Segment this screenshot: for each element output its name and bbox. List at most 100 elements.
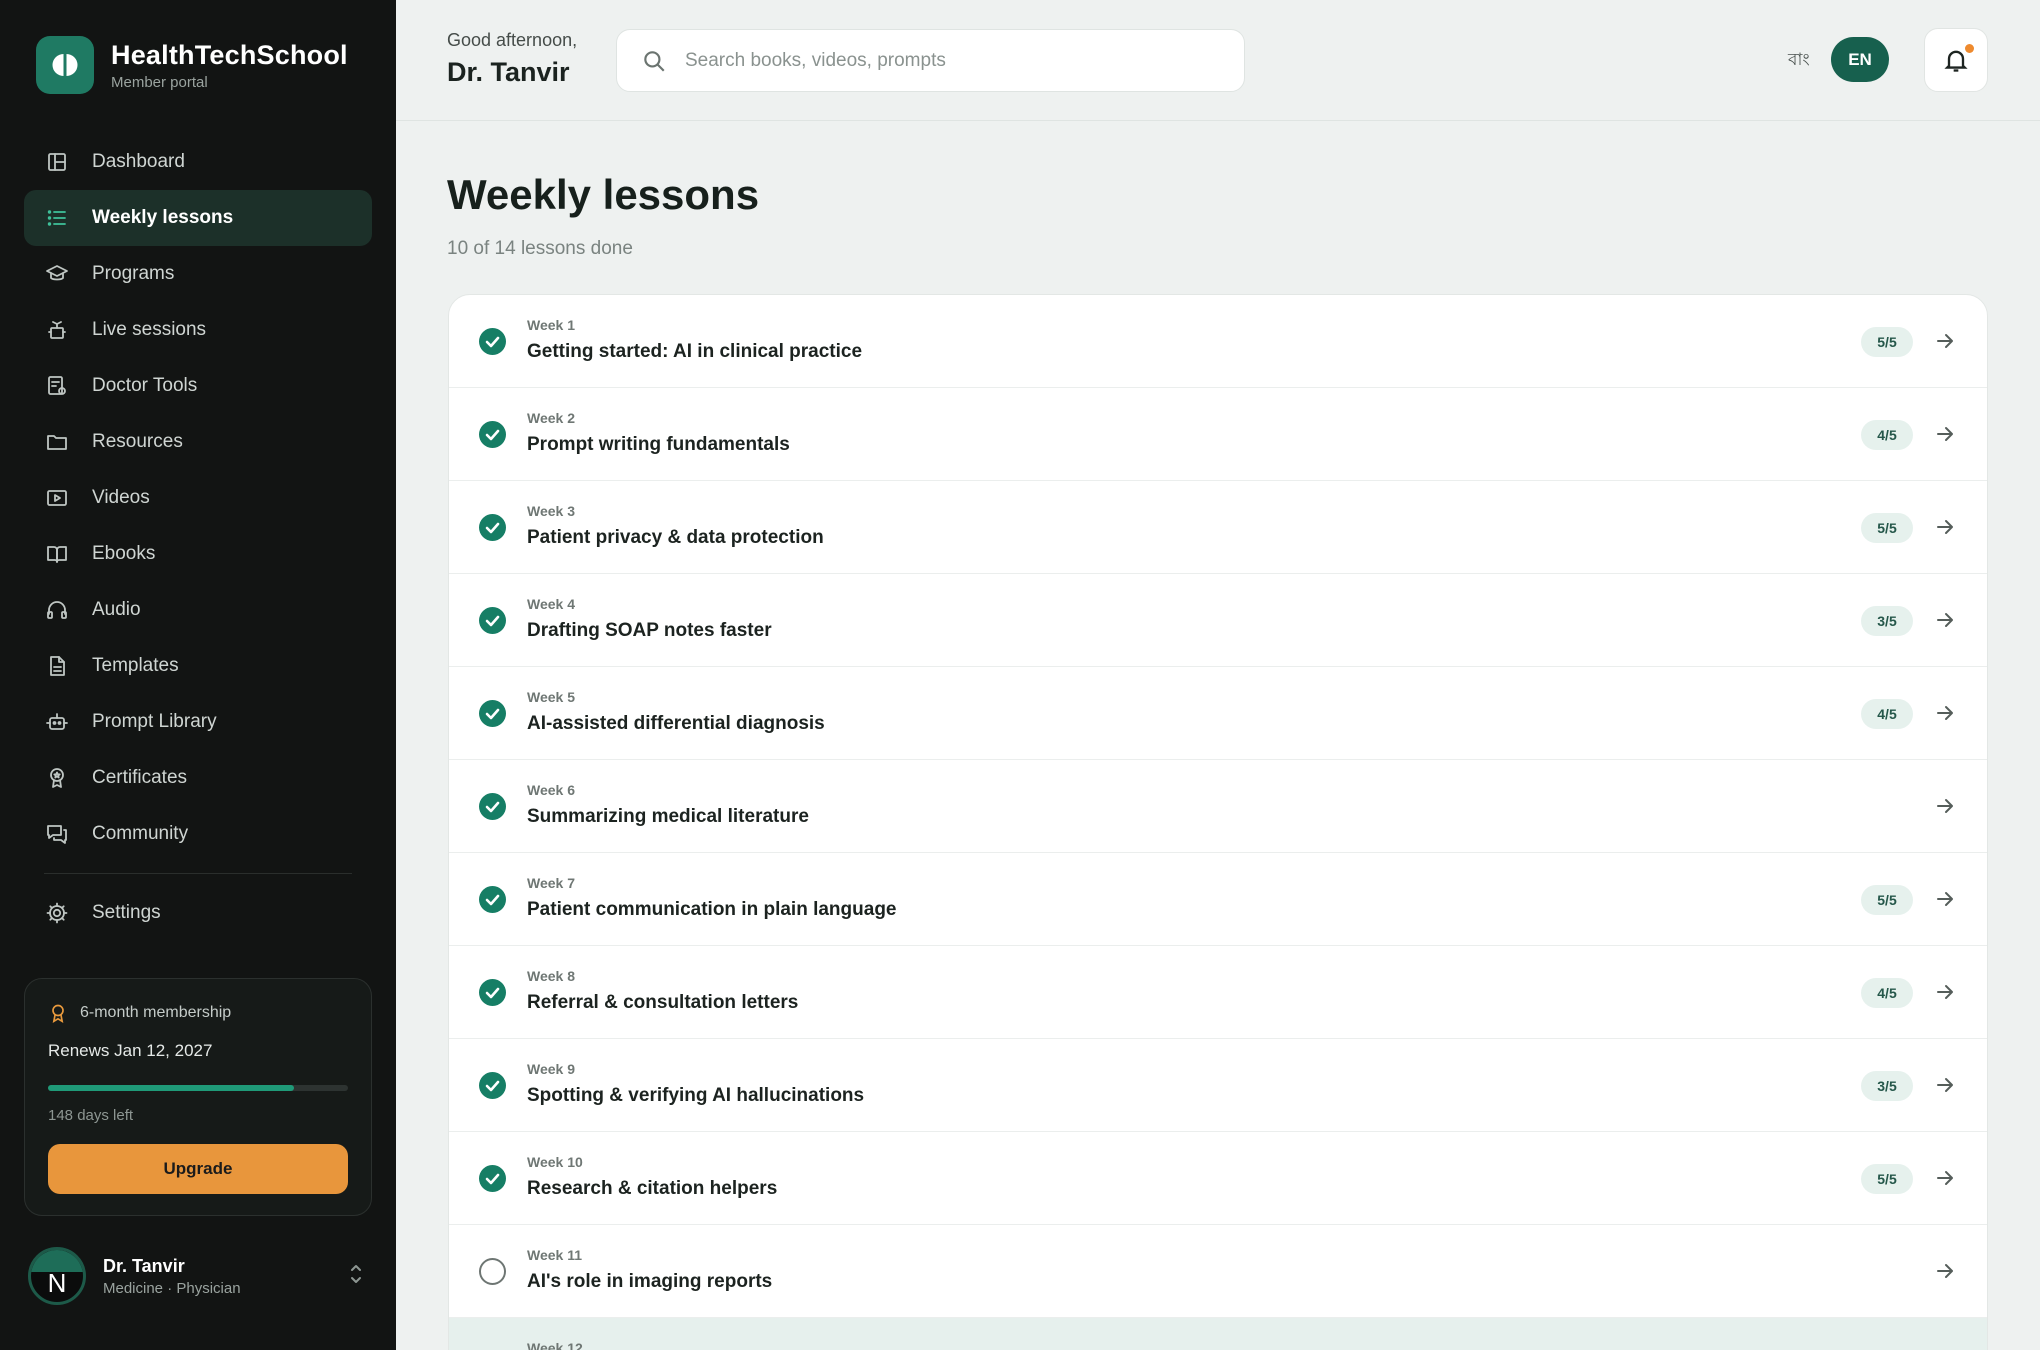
lesson-week: Week 3 bbox=[527, 503, 575, 519]
score-badge: 4/5 bbox=[1861, 978, 1913, 1008]
arrow-right-icon[interactable] bbox=[1933, 1073, 1957, 1097]
membership-renews: Renews Jan 12, 2027 bbox=[48, 1041, 213, 1060]
sidebar-item-videos[interactable]: Videos bbox=[24, 470, 372, 526]
check-circle-icon bbox=[479, 793, 506, 820]
avatar: N bbox=[28, 1247, 86, 1305]
search-input[interactable] bbox=[685, 49, 1225, 72]
lesson-row[interactable]: Week 4 Drafting SOAP notes faster 3/5 bbox=[449, 574, 1987, 667]
gear-icon bbox=[44, 900, 70, 926]
upgrade-button[interactable]: Upgrade bbox=[48, 1144, 348, 1194]
arrow-right-icon[interactable] bbox=[1933, 794, 1957, 818]
lesson-week: Week 4 bbox=[527, 596, 575, 612]
language-english[interactable]: EN bbox=[1831, 37, 1889, 82]
list-icon bbox=[44, 205, 70, 231]
lesson-row[interactable]: Week 6 Summarizing medical literature bbox=[449, 760, 1987, 853]
sidebar-item-ebooks[interactable]: Ebooks bbox=[24, 526, 372, 582]
arrow-right-icon[interactable] bbox=[1933, 980, 1957, 1004]
notification-dot bbox=[1965, 44, 1974, 53]
arrow-right-icon[interactable] bbox=[1933, 422, 1957, 446]
arrow-right-icon[interactable] bbox=[1933, 1259, 1957, 1283]
membership-plan: 6-month membership bbox=[80, 1004, 232, 1021]
greeting-name: Dr. Tanvir bbox=[447, 57, 570, 87]
score-badge: 4/5 bbox=[1861, 420, 1913, 450]
sidebar-item-label: Programs bbox=[92, 263, 175, 284]
top-header: Good afternoon, Dr. Tanvir বাং EN bbox=[396, 0, 2040, 121]
language-bangla[interactable]: বাং bbox=[1788, 47, 1810, 75]
lesson-week: Week 9 bbox=[527, 1061, 575, 1077]
brand-logo-icon bbox=[36, 36, 94, 94]
arrow-right-icon[interactable] bbox=[1933, 608, 1957, 632]
score-badge: 5/5 bbox=[1861, 327, 1913, 357]
lesson-title: AI-assisted differential diagnosis bbox=[527, 713, 825, 734]
dashboard-icon bbox=[44, 149, 70, 175]
sidebar-item-label: Weekly lessons bbox=[92, 207, 234, 228]
sidebar-item-live-sessions[interactable]: Live sessions bbox=[24, 302, 372, 358]
lesson-row[interactable]: Week 3 Patient privacy & data protection 5… bbox=[449, 481, 1987, 574]
check-circle-icon bbox=[479, 607, 506, 634]
lesson-row[interactable]: Week 7 Patient communication in plain lan… bbox=[449, 853, 1987, 946]
score-badge: 3/5 bbox=[1861, 1071, 1913, 1101]
sidebar-item-doctor-tools[interactable]: Doctor Tools bbox=[24, 358, 372, 414]
lessons-list: Week 1 Getting started: AI in clinical pr… bbox=[448, 294, 1988, 1350]
sidebar-item-programs[interactable]: Programs bbox=[24, 246, 372, 302]
check-circle-icon bbox=[479, 886, 506, 913]
sidebar-item-label: Prompt Library bbox=[92, 711, 217, 732]
sidebar-item-certificates[interactable]: Certificates bbox=[24, 750, 372, 806]
lesson-week: Week 8 bbox=[527, 968, 575, 984]
chevron-updown-icon[interactable] bbox=[348, 1261, 364, 1289]
lesson-row[interactable]: Week 5 AI-assisted differential diagnosis… bbox=[449, 667, 1987, 760]
score-badge: 5/5 bbox=[1861, 885, 1913, 915]
arrow-right-icon[interactable] bbox=[1933, 887, 1957, 911]
lesson-title: Referral & consultation letters bbox=[527, 992, 799, 1013]
sidebar-item-audio[interactable]: Audio bbox=[24, 582, 372, 638]
sidebar-item-prompt-library[interactable]: Prompt Library bbox=[24, 694, 372, 750]
arrow-right-icon[interactable] bbox=[1933, 515, 1957, 539]
page-title: Weekly lessons bbox=[447, 171, 760, 218]
sidebar-divider bbox=[44, 873, 352, 874]
sidebar-item-dashboard[interactable]: Dashboard bbox=[24, 134, 372, 190]
sidebar-item-label: Certificates bbox=[92, 767, 188, 788]
sidebar-item-weekly-lessons[interactable]: Weekly lessons bbox=[24, 190, 372, 246]
sidebar-item-community[interactable]: Community bbox=[24, 806, 372, 862]
brand-name: HealthTechSchool bbox=[111, 39, 348, 70]
sidebar-item-resources[interactable]: Resources bbox=[24, 414, 372, 470]
sidebar-item-label: Ebooks bbox=[92, 543, 156, 564]
check-circle-icon bbox=[479, 700, 506, 727]
search-box[interactable] bbox=[616, 29, 1245, 92]
check-circle-icon bbox=[479, 979, 506, 1006]
graduation-cap-icon bbox=[44, 261, 70, 287]
sidebar-item-label: Templates bbox=[92, 655, 179, 676]
arrow-right-icon[interactable] bbox=[1933, 329, 1957, 353]
lesson-week: Week 12 bbox=[527, 1340, 583, 1350]
lesson-row[interactable]: Week 2 Prompt writing fundamentals 4/5 bbox=[449, 388, 1987, 481]
brand[interactable]: HealthTechSchool Member portal bbox=[36, 36, 348, 94]
arrow-right-icon[interactable] bbox=[1933, 1166, 1957, 1190]
notifications-button[interactable] bbox=[1924, 28, 1988, 92]
greeting: Good afternoon, bbox=[447, 30, 578, 50]
lesson-week: Week 11 bbox=[527, 1247, 583, 1263]
tools-icon bbox=[44, 373, 70, 399]
sidebar-item-settings[interactable]: Settings bbox=[24, 885, 372, 941]
check-circle-icon bbox=[479, 514, 506, 541]
chat-icon bbox=[44, 821, 70, 847]
score-badge: 5/5 bbox=[1861, 513, 1913, 543]
lesson-row[interactable]: Week 12 bbox=[449, 1318, 1987, 1350]
sidebar-nav: Dashboard Weekly lessons Programs Live sess… bbox=[24, 134, 372, 941]
score-badge: 5/5 bbox=[1861, 1164, 1913, 1194]
lesson-row[interactable]: Week 10 Research & citation helpers 5/5 bbox=[449, 1132, 1987, 1225]
award-icon bbox=[52, 1004, 64, 1023]
user-profile[interactable]: N Dr. Tanvir Medicine · Physician bbox=[28, 1247, 364, 1305]
lesson-row[interactable]: Week 1 Getting started: AI in clinical pr… bbox=[449, 295, 1987, 388]
lesson-row[interactable]: Week 8 Referral & consultation letters 4/5 bbox=[449, 946, 1987, 1039]
user-role: Medicine · Physician bbox=[103, 1279, 241, 1297]
check-circle-icon bbox=[479, 328, 506, 355]
lesson-row[interactable]: Week 9 Spotting & verifying AI hallucinat… bbox=[449, 1039, 1987, 1132]
arrow-right-icon[interactable] bbox=[1933, 701, 1957, 725]
score-badge: 3/5 bbox=[1861, 606, 1913, 636]
lesson-row[interactable]: Week 11 AI's role in imaging reports bbox=[449, 1225, 1987, 1318]
robot-icon bbox=[44, 709, 70, 735]
check-circle-icon bbox=[479, 1165, 506, 1192]
main-content: Weekly lessons 10 of 14 lessons done Wee… bbox=[396, 121, 2040, 1350]
sidebar-item-templates[interactable]: Templates bbox=[24, 638, 372, 694]
lesson-title: Spotting & verifying AI hallucinations bbox=[527, 1085, 865, 1106]
